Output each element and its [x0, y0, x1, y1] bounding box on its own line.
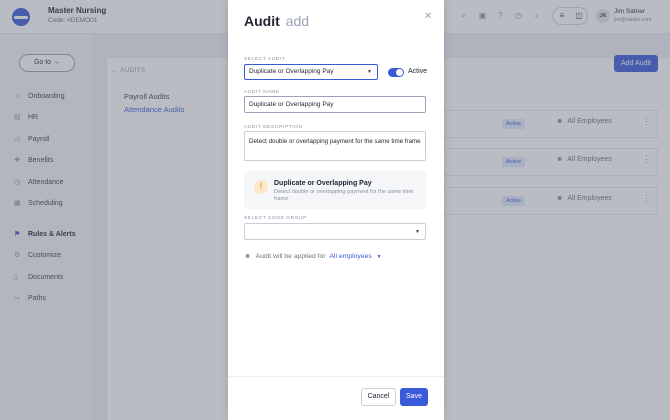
- close-icon[interactable]: ✕: [424, 11, 432, 22]
- code-group-label: SELECT CODE GROUP: [244, 216, 307, 221]
- audit-description-textarea[interactable]: Detect double or overlapping payment for…: [244, 131, 426, 161]
- caret-down-icon: ▼: [415, 229, 420, 235]
- people-icon: ☻: [244, 253, 252, 260]
- modal-footer: Cancel Save: [228, 376, 444, 420]
- audit-info-card: ! Duplicate or Overlapping Pay Detect do…: [244, 171, 426, 209]
- caret-down-icon: ▼: [367, 69, 372, 75]
- select-audit-value: Duplicate or Overlapping Pay: [249, 68, 334, 75]
- warning-icon: !: [254, 180, 268, 194]
- modal-title: Audit add: [244, 13, 309, 29]
- info-title: Duplicate or Overlapping Pay: [274, 180, 372, 187]
- active-toggle[interactable]: [388, 68, 404, 77]
- save-button[interactable]: Save: [400, 388, 428, 406]
- select-audit-label: SELECT AUDIT: [244, 57, 286, 62]
- code-group-dropdown[interactable]: ▼: [244, 223, 426, 240]
- modal-title-main: Audit: [244, 13, 280, 29]
- active-label: Active: [408, 68, 428, 75]
- modal-title-suffix: add: [285, 13, 310, 29]
- chevron-down-icon[interactable]: ▼: [377, 254, 382, 260]
- audit-add-modal: Audit add ✕ SELECT AUDIT Duplicate or Ov…: [228, 0, 444, 420]
- applied-for: ☻ Audit will be applied for All employee…: [244, 253, 382, 260]
- audit-name-input[interactable]: Duplicate or Overlapping Pay: [244, 96, 426, 113]
- applied-target-link[interactable]: All employees: [329, 253, 371, 260]
- cancel-button[interactable]: Cancel: [361, 388, 396, 406]
- audit-name-label: AUDIT NAME: [244, 90, 280, 95]
- applied-prefix: Audit will be applied for: [255, 253, 326, 260]
- audit-description-label: AUDIT DESCRIPTION: [244, 125, 303, 130]
- select-audit-dropdown[interactable]: Duplicate or Overlapping Pay ▼: [244, 64, 378, 80]
- info-description: Detect double or overlapping payment for…: [274, 189, 414, 202]
